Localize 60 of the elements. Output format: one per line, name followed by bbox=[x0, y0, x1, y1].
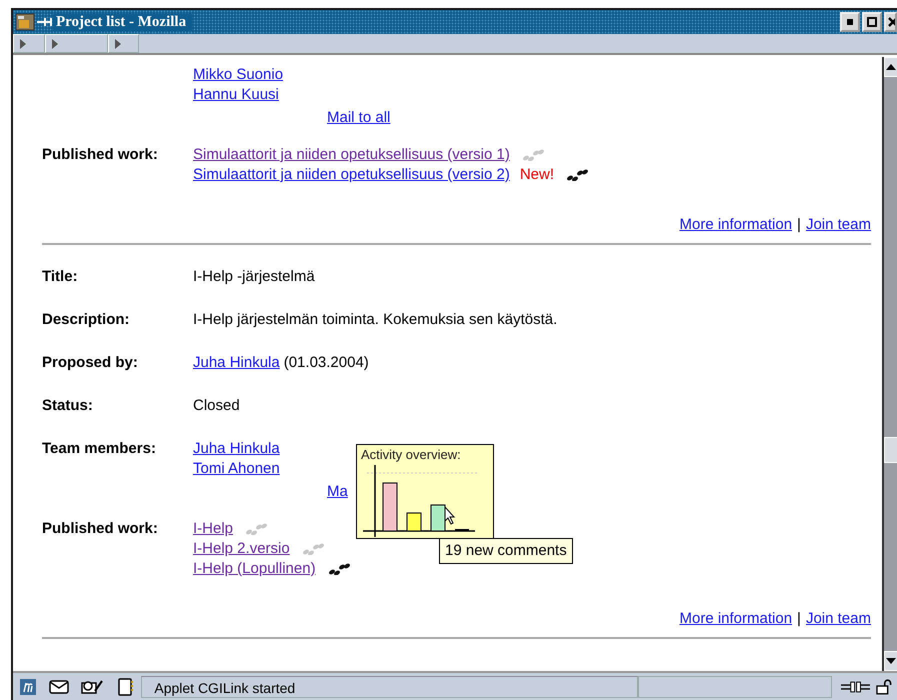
work-link[interactable]: Simulaattorit ja niiden opetuksellisuus (versio 1) bbox=[193, 145, 510, 165]
letter-m-tile-icon bbox=[20, 678, 36, 694]
tooltip: 19 new comments bbox=[439, 538, 573, 564]
toolbar-grip[interactable] bbox=[13, 34, 45, 53]
date-text: (01.03.2004) bbox=[284, 353, 369, 373]
member-link[interactable]: Mikko Suonio bbox=[193, 65, 284, 85]
field-value: I-Help järjestelmän toiminta. Kokemuksia sen käytöstä. bbox=[193, 311, 558, 328]
toolbar-grip[interactable] bbox=[45, 34, 108, 53]
close-button[interactable] bbox=[884, 12, 897, 32]
separator-text: | bbox=[797, 609, 801, 629]
maximize-icon bbox=[867, 17, 877, 27]
minimize-icon bbox=[847, 19, 853, 25]
app-icon[interactable] bbox=[15, 13, 35, 31]
triangle-icon bbox=[52, 38, 58, 48]
work-link[interactable]: I-Help (Lopullinen) bbox=[193, 559, 316, 579]
member-link[interactable]: Tomi Ahonen bbox=[193, 459, 280, 479]
field-value: I-Help -järjestelmä bbox=[193, 268, 315, 285]
field-label: Proposed by: bbox=[42, 354, 138, 371]
triangle-icon bbox=[20, 38, 26, 48]
minimize-button[interactable] bbox=[840, 12, 860, 32]
scroll-down-button[interactable] bbox=[884, 651, 897, 671]
padlock-icon[interactable] bbox=[876, 678, 894, 694]
up-arrow-icon bbox=[886, 64, 896, 70]
member-link[interactable]: Juha Hinkula bbox=[193, 439, 280, 459]
field-label: Published work: bbox=[42, 520, 158, 537]
person-link[interactable]: Juha Hinkula bbox=[193, 353, 280, 373]
field-label: Status: bbox=[42, 397, 93, 414]
footer-link[interactable]: Join team bbox=[806, 609, 871, 629]
work-link[interactable]: I-Help 2.versio bbox=[193, 539, 290, 559]
footer-link[interactable]: Join team bbox=[806, 215, 871, 235]
member-link[interactable]: Hannu Kuusi bbox=[193, 85, 279, 105]
mail-link[interactable]: Mail to all bbox=[327, 108, 390, 128]
work-link[interactable]: I-Help bbox=[193, 519, 234, 539]
scroll-up-button[interactable] bbox=[884, 57, 897, 77]
field-value: Closed bbox=[193, 397, 240, 414]
footer-link[interactable]: More information bbox=[680, 215, 792, 235]
maximize-button[interactable] bbox=[862, 12, 882, 32]
work-link[interactable]: Simulaattorit ja niiden opetuksellisuus (versio 2) bbox=[193, 165, 510, 185]
status-message: Applet CGILink started bbox=[141, 676, 638, 698]
window-title: Project list - Mozilla bbox=[53, 14, 192, 30]
triangle-icon bbox=[115, 38, 121, 48]
down-arrow-icon bbox=[886, 658, 896, 664]
field-label: Team members: bbox=[42, 440, 156, 457]
toolbar-grip[interactable] bbox=[108, 34, 139, 53]
footer-link[interactable]: More information bbox=[680, 609, 792, 629]
notebook-icon bbox=[116, 678, 133, 696]
separator-text: | bbox=[797, 215, 801, 235]
envelope-icon bbox=[48, 680, 69, 694]
close-icon bbox=[888, 17, 895, 27]
pin-icon[interactable] bbox=[37, 17, 53, 27]
plug-icon[interactable] bbox=[841, 680, 870, 694]
field-label: Title: bbox=[42, 268, 78, 285]
scroll-thumb[interactable] bbox=[884, 437, 897, 463]
field-label: Description: bbox=[42, 311, 130, 328]
scrollbar[interactable] bbox=[882, 57, 897, 671]
field-label: Published work: bbox=[42, 146, 158, 163]
popup-title: Activity overview: bbox=[361, 447, 462, 463]
new-label: New! bbox=[520, 165, 554, 185]
pen-paper-icon bbox=[80, 678, 103, 694]
mail-link[interactable]: Ma bbox=[327, 482, 348, 502]
